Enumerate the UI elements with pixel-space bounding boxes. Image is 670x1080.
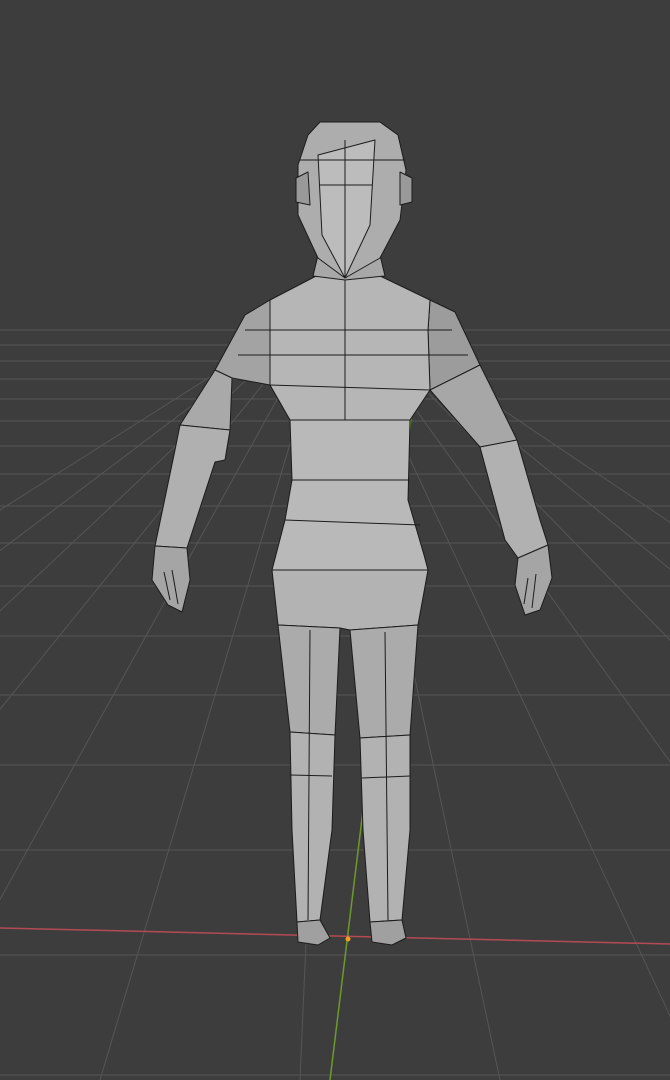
3d-viewport[interactable]: [0, 0, 670, 1080]
x-axis-line: [0, 927, 670, 945]
grid-line: [0, 319, 316, 711]
right-thigh: [349, 624, 419, 739]
grid-line: [368, 319, 670, 523]
right-forearm: [479, 439, 549, 559]
left-foot: [296, 919, 331, 946]
right-ear: [399, 171, 413, 206]
left-ear: [295, 171, 311, 206]
right-leg[interactable]: [349, 624, 419, 946]
head[interactable]: [295, 121, 413, 279]
viewport-scene[interactable]: [0, 0, 670, 1080]
lower-back: [271, 419, 429, 571]
character-mesh[interactable]: [151, 121, 553, 946]
left-shoulder: [214, 299, 271, 386]
left-shin: [289, 731, 336, 923]
right-foot: [369, 919, 407, 946]
left-leg[interactable]: [277, 624, 341, 946]
grid-line: [0, 319, 301, 511]
right-shin: [359, 734, 411, 923]
pelvis: [271, 569, 429, 631]
left-hand: [151, 545, 191, 613]
right-arm[interactable]: [427, 299, 553, 616]
origin-point: [345, 936, 351, 942]
grid-line: [0, 319, 322, 901]
upper-back: [269, 274, 431, 421]
left-arm[interactable]: [151, 299, 271, 613]
left-forearm: [154, 424, 231, 549]
grid-line: [0, 319, 306, 552]
